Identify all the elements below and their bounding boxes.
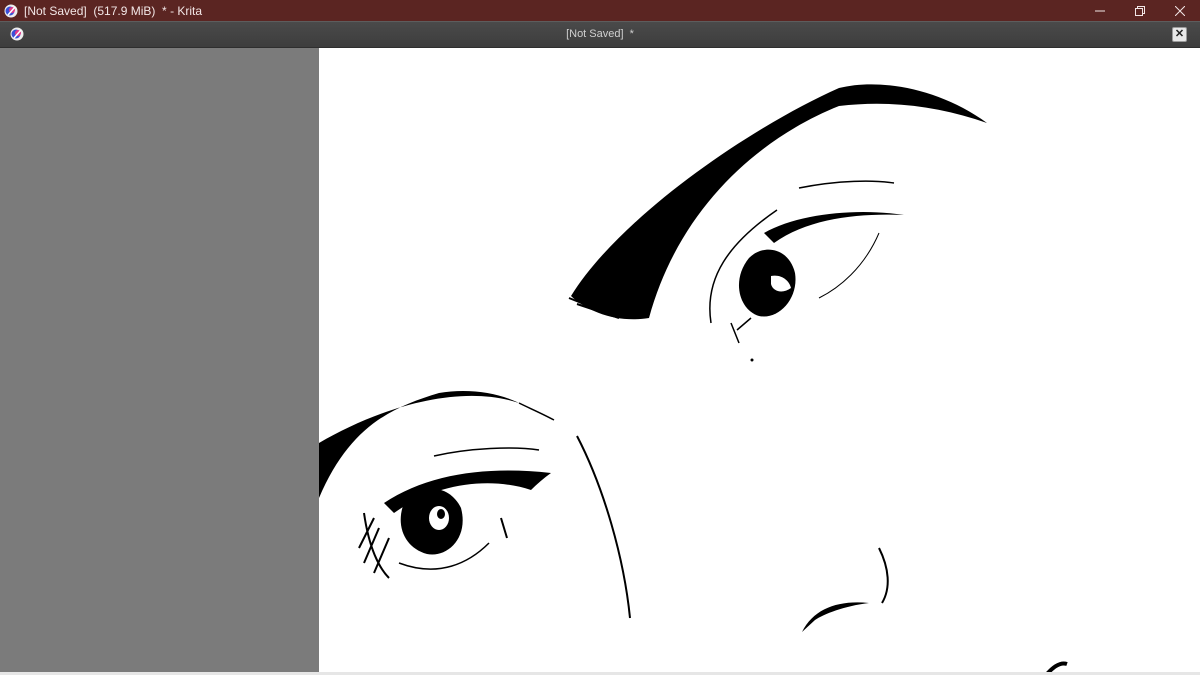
lower-brow-crease xyxy=(433,447,540,457)
krita-app-icon xyxy=(4,4,18,17)
close-button[interactable] xyxy=(1160,0,1200,21)
workspace-background xyxy=(0,48,319,675)
minimize-icon xyxy=(1095,10,1105,11)
close-icon: ✕ xyxy=(1174,28,1185,40)
window-title: [Not Saved] (517.9 MiB) * - Krita xyxy=(24,3,203,18)
window-controls xyxy=(1080,0,1200,21)
drawing-canvas[interactable] xyxy=(319,48,1200,675)
lower-lashes xyxy=(358,512,390,579)
upper-lid-line xyxy=(764,212,904,243)
nostril xyxy=(802,602,869,632)
close-icon xyxy=(1175,5,1185,16)
document-tab-bar: [Not Saved] * ✕ xyxy=(0,21,1200,48)
line-art-drawing xyxy=(319,84,1068,675)
window-titlebar: [Not Saved] (517.9 MiB) * - Krita xyxy=(0,0,1200,21)
face-contour xyxy=(576,435,631,619)
upper-brow-crease xyxy=(798,180,895,189)
restore-icon xyxy=(1135,5,1145,16)
restore-button[interactable] xyxy=(1120,0,1160,21)
nose-side xyxy=(878,547,889,604)
minimize-button[interactable] xyxy=(1080,0,1120,21)
document-close-button[interactable]: ✕ xyxy=(1172,27,1187,42)
document-title: [Not Saved] * xyxy=(566,28,634,40)
